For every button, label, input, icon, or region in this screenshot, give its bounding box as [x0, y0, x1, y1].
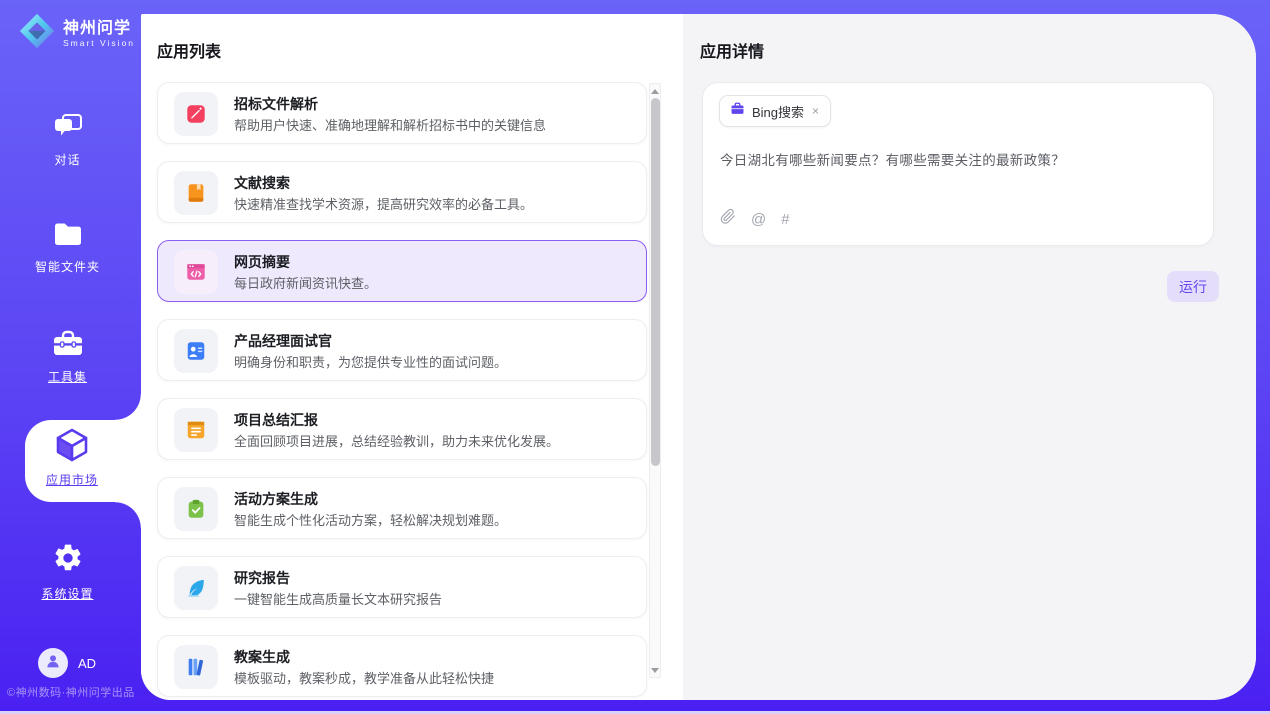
- app-list-panel: 应用列表 招标文件解析 帮助用户快速、准确地理解和解析招标书中的关键信息: [141, 14, 683, 700]
- cube-icon: [52, 453, 92, 470]
- toolbox-icon: [0, 330, 135, 362]
- brand-subtitle: Smart Vision: [63, 38, 135, 48]
- edit-square-icon: [174, 92, 218, 136]
- app-card-title: 产品经理面试官: [234, 331, 332, 351]
- app-list-title: 应用列表: [157, 38, 221, 62]
- quill-icon: [174, 566, 218, 610]
- briefcase-icon: [730, 101, 745, 121]
- tool-chip-label: Bing搜索: [752, 102, 804, 121]
- app-card-title: 文献搜索: [234, 173, 290, 193]
- app-card-desc: 帮助用户快速、准确地理解和解析招标书中的关键信息: [234, 115, 546, 134]
- books-icon: [174, 645, 218, 689]
- app-window: 神州问学 Smart Vision 对话 智能文件夹: [0, 0, 1270, 714]
- app-card-title: 教案生成: [234, 647, 290, 667]
- scroll-down-icon[interactable]: [650, 664, 660, 676]
- app-card-desc: 一键智能生成高质量长文本研究报告: [234, 589, 442, 608]
- app-card-title: 项目总结汇报: [234, 410, 318, 430]
- app-card-desc: 智能生成个性化活动方案，轻松解决规划难题。: [234, 510, 507, 529]
- sidebar-item-label: 工具集: [0, 368, 135, 385]
- app-card-pm-interviewer[interactable]: 产品经理面试官 明确身份和职责，为您提供专业性的面试问题。: [157, 319, 647, 381]
- user-name: AD: [78, 656, 96, 671]
- brand-name: 神州问学: [63, 20, 135, 38]
- copyright-footer: ©神州数码·神州问学出品: [7, 684, 135, 700]
- sidebar-item-chat[interactable]: 对话: [0, 113, 135, 168]
- user-account[interactable]: AD: [38, 648, 96, 678]
- book-icon: [174, 171, 218, 215]
- diamond-logo-icon: [18, 12, 56, 55]
- app-card-literature-search[interactable]: 文献搜索 快速精准查找学术资源，提高研究效率的必备工具。: [157, 161, 647, 223]
- app-card-title: 招标文件解析: [234, 94, 318, 114]
- app-card-desc: 每日政府新闻资讯快查。: [234, 273, 377, 292]
- brand-text: 神州问学 Smart Vision: [63, 20, 135, 48]
- app-card-event-plan[interactable]: 活动方案生成 智能生成个性化活动方案，轻松解决规划难题。: [157, 477, 647, 539]
- scroll-up-icon[interactable]: [650, 85, 660, 97]
- query-text[interactable]: 今日湖北有哪些新闻要点？有哪些需要关注的最新政策？: [720, 149, 1065, 169]
- sidebar-item-label: 系统设置: [0, 585, 135, 602]
- app-list-scrollbar[interactable]: [649, 83, 661, 678]
- sidebar-item-label: 智能文件夹: [0, 258, 135, 275]
- chat-icon: [0, 113, 135, 145]
- app-card-desc: 全面回顾项目进展，总结经验教训，助力未来优化发展。: [234, 431, 559, 450]
- main-content: 应用列表 招标文件解析 帮助用户快速、准确地理解和解析招标书中的关键信息: [141, 14, 1256, 700]
- sidebar-item-label: 应用市场: [14, 471, 130, 488]
- app-card-desc: 明确身份和职责，为您提供专业性的面试问题。: [234, 352, 507, 371]
- app-card-research-report[interactable]: 研究报告 一键智能生成高质量长文本研究报告: [157, 556, 647, 618]
- mention-icon[interactable]: @: [751, 212, 766, 227]
- app-card-title: 研究报告: [234, 568, 290, 588]
- query-input-card[interactable]: Bing搜索 × 今日湖北有哪些新闻要点？有哪些需要关注的最新政策？ @ #: [702, 82, 1214, 246]
- sidebar-item-toolset[interactable]: 工具集: [0, 330, 135, 385]
- app-card-title: 活动方案生成: [234, 489, 318, 509]
- brand-logo: 神州问学 Smart Vision: [18, 12, 135, 55]
- gear-icon: [0, 542, 135, 579]
- note-report-icon: [174, 408, 218, 452]
- app-detail-panel: 应用详情 Bing搜索 × 今日湖北有哪些新闻要点？有哪些需要关注的最新政策？: [683, 14, 1256, 700]
- app-card-desc: 模板驱动，教案秒成，教学准备从此轻松快捷: [234, 668, 494, 687]
- run-button[interactable]: 运行: [1167, 271, 1219, 302]
- app-card-web-summary[interactable]: 网页摘要 每日政府新闻资讯快查。: [157, 240, 647, 302]
- sidebar-item-app-market[interactable]: 应用市场: [14, 426, 130, 488]
- app-card-lesson-plan[interactable]: 教案生成 模板驱动，教案秒成，教学准备从此轻松快捷: [157, 635, 647, 697]
- close-icon[interactable]: ×: [811, 104, 820, 118]
- app-card-title: 网页摘要: [234, 252, 290, 272]
- app-card-desc: 快速精准查找学术资源，提高研究效率的必备工具。: [234, 194, 533, 213]
- browser-code-icon: [174, 250, 218, 294]
- person-icon: [44, 652, 62, 675]
- sidebar-item-smart-folder[interactable]: 智能文件夹: [0, 222, 135, 275]
- avatar: [38, 648, 68, 678]
- composer-toolbar: @ #: [720, 208, 790, 230]
- hash-icon[interactable]: #: [781, 212, 789, 227]
- interviewer-doc-icon: [174, 329, 218, 373]
- app-card-project-summary[interactable]: 项目总结汇报 全面回顾项目进展，总结经验教训，助力未来优化发展。: [157, 398, 647, 460]
- clipboard-check-icon: [174, 487, 218, 531]
- app-card-list: 招标文件解析 帮助用户快速、准确地理解和解析招标书中的关键信息 文献搜索 快速精…: [157, 82, 647, 700]
- sidebar: 神州问学 Smart Vision 对话 智能文件夹: [0, 0, 141, 714]
- app-card-bid-analysis[interactable]: 招标文件解析 帮助用户快速、准确地理解和解析招标书中的关键信息: [157, 82, 647, 144]
- sidebar-item-settings[interactable]: 系统设置: [0, 542, 135, 602]
- tool-chip-bing-search[interactable]: Bing搜索 ×: [719, 95, 831, 127]
- sidebar-item-label: 对话: [0, 151, 135, 168]
- app-detail-title: 应用详情: [700, 38, 764, 62]
- paperclip-icon[interactable]: [720, 208, 736, 230]
- folder-icon: [0, 222, 135, 252]
- scrollbar-thumb[interactable]: [651, 98, 660, 466]
